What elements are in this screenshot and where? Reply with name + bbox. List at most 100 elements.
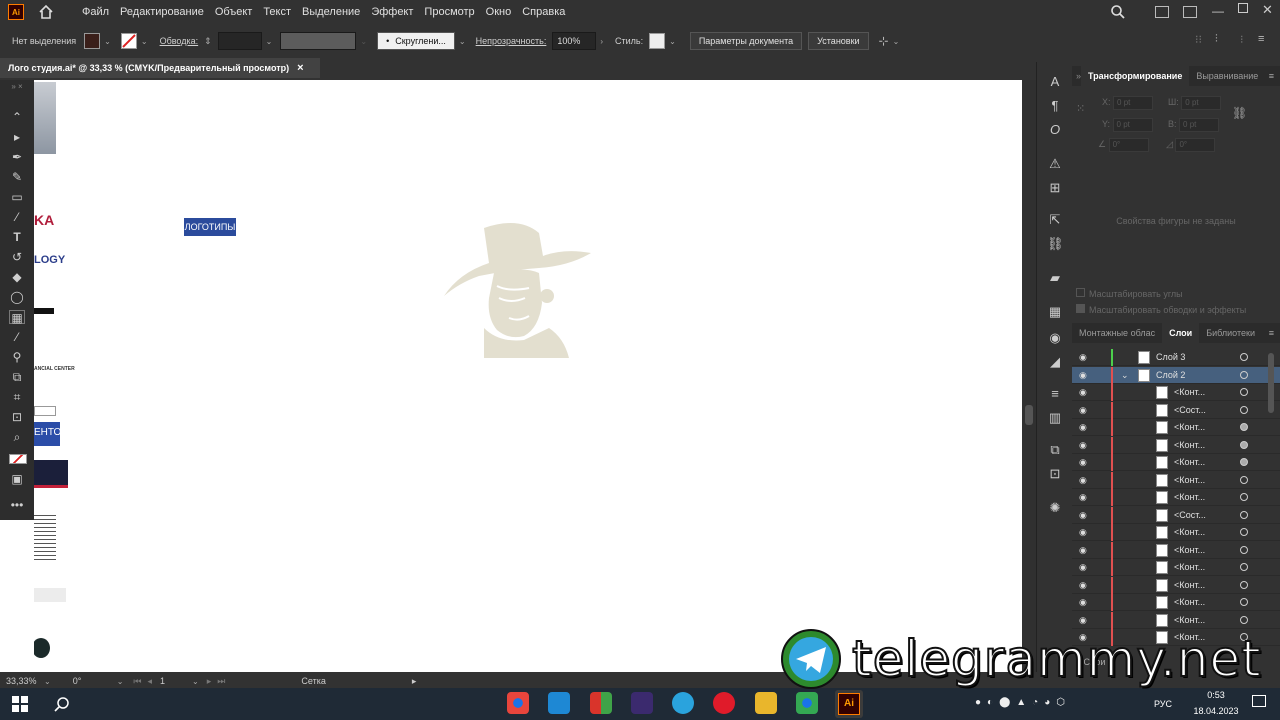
- menu-file[interactable]: Файл: [82, 6, 109, 18]
- menu-window[interactable]: Окно: [486, 6, 512, 18]
- vscode-app-icon[interactable]: [548, 692, 570, 714]
- stroke-width-field[interactable]: [217, 32, 262, 50]
- search-icon[interactable]: [1110, 4, 1126, 20]
- layer-name[interactable]: Слой 2: [1156, 370, 1185, 380]
- pen-tool-icon[interactable]: ✒: [9, 150, 25, 164]
- color-guide-icon[interactable]: ✺: [1047, 500, 1063, 516]
- more-tools-icon[interactable]: •••: [9, 498, 25, 512]
- layer-row[interactable]: ◉ Слой 3: [1072, 349, 1280, 366]
- stroke-stepper-icon[interactable]: ⇕: [204, 36, 212, 47]
- x-field[interactable]: 0 pt: [1113, 96, 1154, 110]
- file-explorer-icon[interactable]: [755, 692, 777, 714]
- layer-name[interactable]: <Конт...: [1174, 597, 1205, 607]
- layer-row[interactable]: ◉ <Сост...: [1072, 506, 1280, 524]
- swatches-panel-icon[interactable]: ▦: [1047, 304, 1063, 320]
- artboard-tool-icon[interactable]: ▦: [9, 310, 25, 325]
- target-circle-icon[interactable]: [1240, 563, 1248, 571]
- brush-definition-dropdown[interactable]: • Скруглени...: [377, 32, 455, 50]
- target-circle-icon[interactable]: [1240, 598, 1248, 606]
- export-panel-icon[interactable]: ⇱: [1047, 212, 1063, 228]
- transform-options-icon[interactable]: ⊹: [879, 34, 889, 48]
- cowboy-logo-artwork[interactable]: [439, 218, 599, 368]
- layer-row[interactable]: ◉ <Конт...: [1072, 384, 1280, 401]
- menu-select[interactable]: Выделение: [302, 6, 360, 18]
- comments-panel-icon[interactable]: ▰: [1047, 270, 1063, 286]
- panel-collapse-icon[interactable]: » ×: [9, 80, 25, 94]
- constrain-proportions-icon[interactable]: ⛓: [1232, 106, 1247, 120]
- visibility-eye-icon[interactable]: ◉: [1079, 422, 1091, 432]
- layer-row[interactable]: ◉ <Конт...: [1072, 559, 1280, 576]
- visibility-eye-icon[interactable]: ◉: [1079, 370, 1091, 380]
- layer-row[interactable]: ◉ <Конт...: [1072, 594, 1280, 611]
- lasso-tool-icon[interactable]: ◯: [9, 290, 25, 304]
- language-indicator[interactable]: РУС: [1154, 699, 1172, 709]
- workspace-switcher-icon[interactable]: [1155, 6, 1169, 18]
- zoom-field[interactable]: 33,33%: [6, 676, 40, 686]
- chevron-down-icon[interactable]: ⌄: [117, 677, 124, 686]
- shape-builder-icon[interactable]: ⧉: [9, 370, 25, 384]
- style-swatch[interactable]: [649, 33, 666, 49]
- visibility-eye-icon[interactable]: ◉: [1079, 440, 1091, 450]
- layer-name[interactable]: <Конт...: [1174, 527, 1205, 537]
- y-field[interactable]: 0 pt: [1112, 118, 1153, 132]
- layer-row[interactable]: ◉ <Конт...: [1072, 471, 1280, 489]
- visibility-eye-icon[interactable]: ◉: [1079, 597, 1091, 607]
- target-circle-icon[interactable]: [1240, 440, 1248, 449]
- target-circle-icon[interactable]: [1240, 545, 1248, 554]
- arrange-documents-icon[interactable]: [1183, 6, 1197, 18]
- visibility-eye-icon[interactable]: ◉: [1079, 545, 1091, 555]
- windows-start-icon[interactable]: [12, 696, 28, 712]
- layer-name[interactable]: <Сост...: [1174, 510, 1206, 520]
- layer-name[interactable]: <Конт...: [1174, 422, 1205, 432]
- visibility-eye-icon[interactable]: ◉: [1079, 492, 1091, 502]
- chevron-right-icon[interactable]: ›: [600, 37, 603, 46]
- glyphs-panel-icon[interactable]: ⚠: [1047, 156, 1063, 172]
- target-circle-icon[interactable]: [1240, 580, 1248, 589]
- notifications-icon[interactable]: [1252, 695, 1266, 707]
- layer-row[interactable]: ◉ ⌄ Слой 2: [1072, 366, 1280, 384]
- chevron-down-icon[interactable]: ⌄: [669, 37, 676, 46]
- layer-row[interactable]: ◉ <Конт...: [1072, 489, 1280, 506]
- graphic-styles-icon[interactable]: ◢: [1047, 354, 1063, 370]
- target-circle-icon[interactable]: [1240, 475, 1248, 484]
- panel-menu-icon[interactable]: ≡: [1269, 328, 1274, 338]
- artboard-number[interactable]: 1: [160, 676, 188, 686]
- visibility-eye-icon[interactable]: ◉: [1079, 562, 1091, 572]
- first-artboard-icon[interactable]: ⏮: [133, 676, 141, 687]
- document-tab[interactable]: Лого студия.ai* @ 33,33 % (CMYK/Предвари…: [0, 58, 320, 78]
- scrollbar-thumb[interactable]: [1025, 405, 1033, 425]
- pathfinder-panel-icon[interactable]: ⧉: [1047, 442, 1063, 458]
- appearance-panel-icon[interactable]: ◉: [1047, 330, 1063, 346]
- align-icon[interactable]: ⁝⁝: [1195, 33, 1202, 46]
- last-artboard-icon[interactable]: ⏭: [217, 676, 225, 687]
- curvature-tool-icon[interactable]: ✎: [9, 170, 25, 184]
- logos-badge[interactable]: ЛОГОТИПЫ: [184, 218, 236, 236]
- chevron-down-icon[interactable]: ⌄: [360, 37, 367, 46]
- scale-corners-option[interactable]: Масштабировать углы: [1076, 288, 1183, 299]
- distribute-icon[interactable]: ⫶: [1215, 33, 1218, 46]
- transparency-panel-icon[interactable]: ⊡: [1047, 466, 1063, 482]
- minimize-icon[interactable]: —: [1212, 4, 1224, 18]
- free-transform-icon[interactable]: ⊡: [9, 410, 25, 424]
- angle-field[interactable]: 0°: [1108, 138, 1149, 152]
- visibility-eye-icon[interactable]: ◉: [1079, 405, 1091, 415]
- close-tab-icon[interactable]: ×: [297, 62, 303, 74]
- chevron-down-icon[interactable]: ⌄: [266, 37, 273, 46]
- variable-width-profile[interactable]: [280, 32, 357, 50]
- more-options-icon[interactable]: ⁝: [1240, 33, 1244, 46]
- stroke-panel-icon[interactable]: ≡: [1047, 386, 1063, 402]
- app-icon[interactable]: [590, 692, 612, 714]
- opera-app-icon[interactable]: [713, 692, 735, 714]
- layer-name[interactable]: <Конт...: [1174, 492, 1205, 502]
- rotation-field[interactable]: 0°: [73, 676, 113, 686]
- tab-transform[interactable]: Трансформирование: [1081, 66, 1190, 86]
- tab-align[interactable]: Выравнивание: [1189, 66, 1265, 86]
- home-icon[interactable]: [38, 4, 54, 20]
- target-circle-icon[interactable]: [1240, 510, 1248, 519]
- next-artboard-icon[interactable]: ▸: [207, 676, 212, 687]
- layer-name[interactable]: <Сост...: [1174, 405, 1206, 415]
- tab-artboards[interactable]: Монтажные облас: [1072, 323, 1162, 343]
- prev-artboard-icon[interactable]: ◂: [148, 676, 153, 687]
- layer-row[interactable]: ◉ <Конт...: [1072, 524, 1280, 541]
- stroke-label[interactable]: Обводка:: [160, 36, 199, 46]
